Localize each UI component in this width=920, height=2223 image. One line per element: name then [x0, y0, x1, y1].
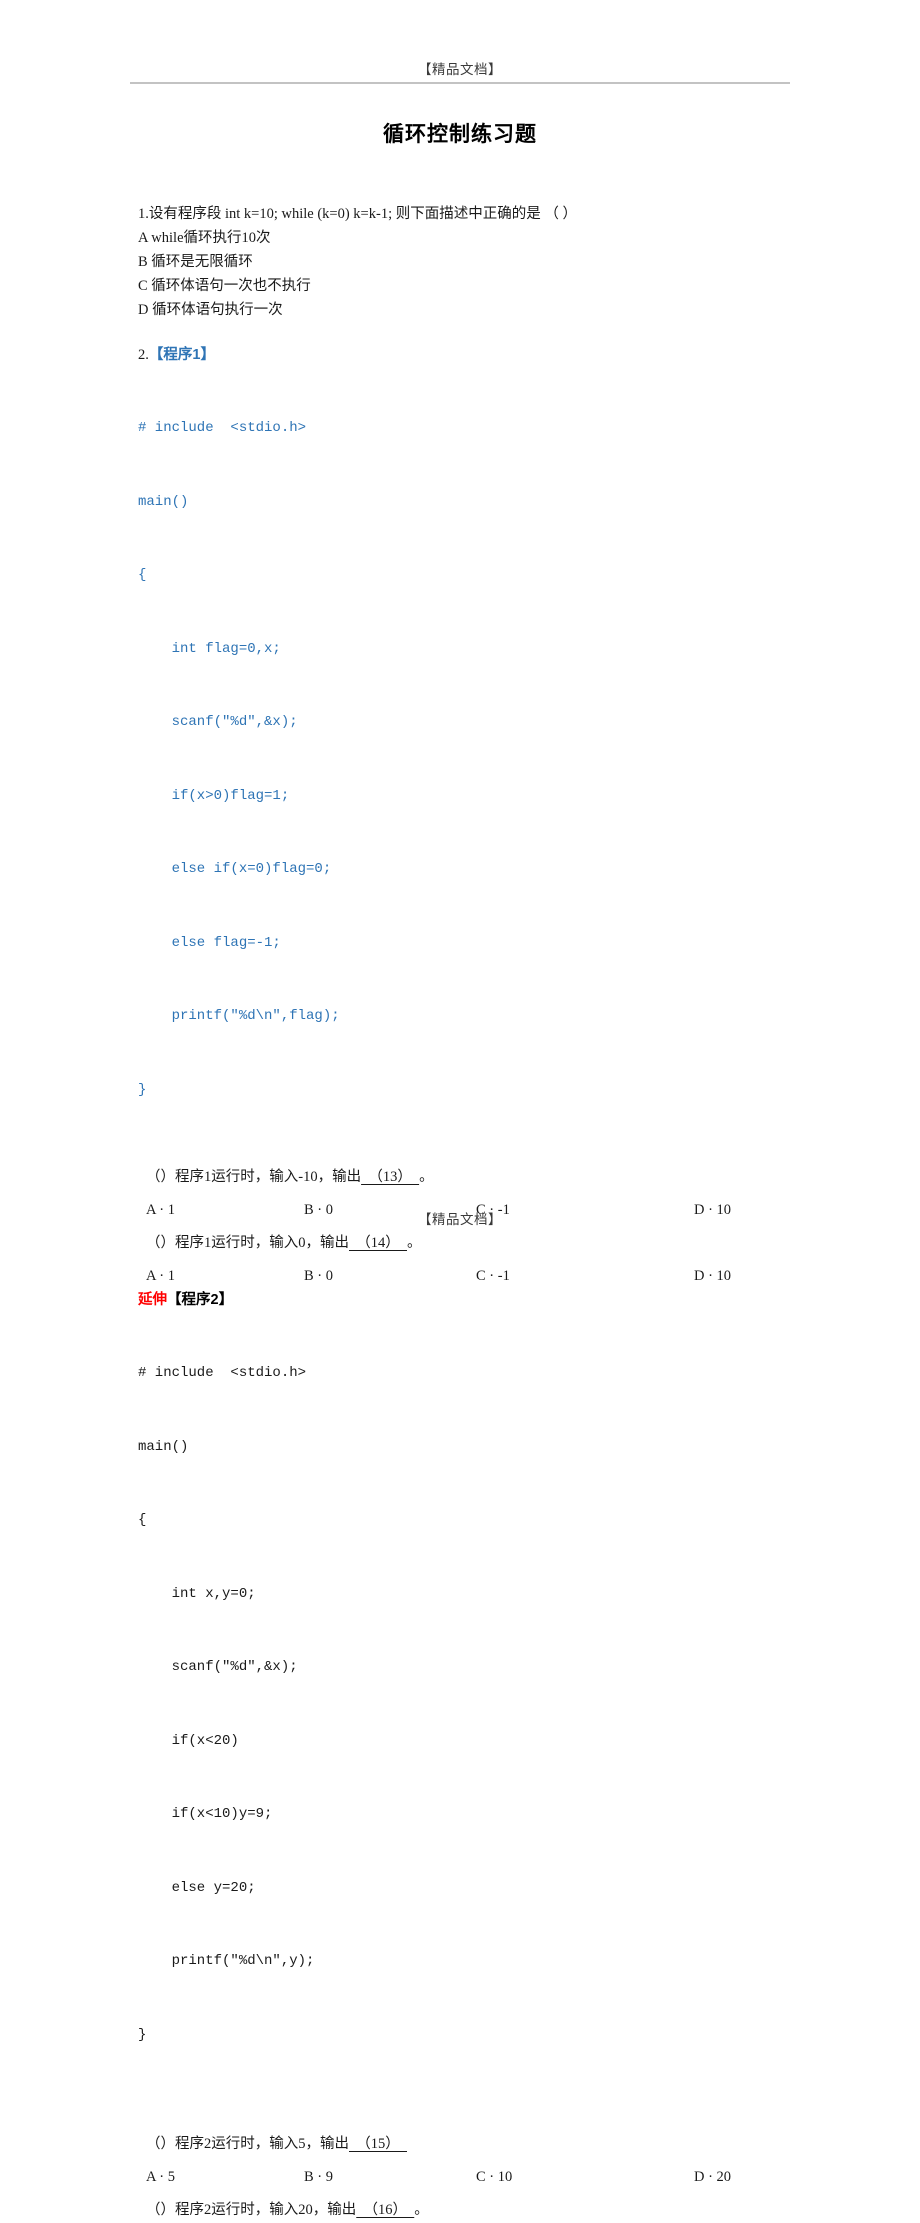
code-line: scanf("%d",&x);: [138, 1659, 298, 1675]
code-line: main(): [138, 493, 189, 510]
code-line: {: [138, 1512, 147, 1528]
question-13-suffix: 。: [419, 1169, 434, 1185]
code-line: else if(x=0)flag=0;: [138, 861, 332, 877]
question-1-stem: 1.设有程序段 int k=10; while (k=0) k=k-1; 则下面…: [138, 206, 577, 222]
program-1-label: 【程序1】: [148, 347, 215, 363]
code-line: # include <stdio.h>: [138, 1365, 307, 1381]
question-13-stem: （）程序1运行时，输入-10，输出 （13） 。: [138, 1165, 838, 1190]
question-14-prefix: （）程序1运行时，输入0，输出: [146, 1235, 349, 1251]
code-line: if(x<20): [138, 1732, 239, 1749]
question-16-prefix: （）程序2运行时，输入20，输出: [146, 2202, 357, 2218]
question-14-choices: A · 1 B · 0 C · -1 D · 10: [138, 1264, 838, 1289]
choice-a: A · 5: [146, 2169, 175, 2185]
choice-c: C · 10: [476, 2169, 513, 2185]
code-line: if(x<10)y=9;: [138, 1806, 273, 1822]
header-watermark: 【精品文档】: [418, 62, 502, 77]
question-16-suffix: 。: [414, 2202, 429, 2218]
choice-b: B · 9: [304, 2169, 333, 2185]
code-line: else flag=-1;: [138, 934, 281, 951]
document-page: 【精品文档】 循环控制练习题 1.设有程序段 int k=10; while (…: [0, 0, 920, 2218]
question-1-option-b: B 循环是无限循环: [138, 254, 253, 270]
choice-b: B · 0: [304, 1268, 333, 1284]
program-1-code: # include <stdio.h> main() { int flag=0,…: [138, 367, 838, 1151]
question-1-option-a: A while循环执行10次: [138, 230, 271, 246]
code-line: main(): [138, 1438, 189, 1455]
question-14-suffix: 。: [407, 1235, 422, 1251]
question-16-stem: （）程序2运行时，输入20，输出 （16） 。: [138, 2198, 838, 2223]
code-line: }: [138, 1081, 147, 1098]
choice-a: A · 1: [146, 1268, 175, 1284]
program-2-extend-label: 延伸: [138, 1292, 167, 1308]
question-16-blank: （16）: [356, 2202, 415, 2218]
question-13-prefix: （）程序1运行时，输入-10，输出: [146, 1169, 362, 1185]
code-line: printf("%d\n",flag);: [138, 1008, 340, 1024]
code-line: else y=20;: [138, 1879, 256, 1896]
question-15-blank: （15）: [349, 2136, 407, 2152]
code-line: int flag=0,x;: [138, 640, 281, 657]
footer-watermark: 【精品文档】: [418, 1212, 502, 1227]
question-14-stem: （）程序1运行时，输入0，输出 （14） 。: [138, 1231, 838, 1256]
question-13-blank: （13）: [361, 1169, 420, 1185]
page-title: 循环控制练习题: [383, 123, 537, 146]
program-1-number: 2.: [138, 347, 149, 363]
header-divider: [130, 82, 790, 84]
code-line: {: [138, 567, 147, 583]
question-1-option-c: C 循环体语句一次也不执行: [138, 278, 311, 294]
program-2-label: 【程序2】: [167, 1292, 234, 1308]
code-line: if(x>0)flag=1;: [138, 787, 290, 804]
question-1-option-d: D 循环体语句执行一次: [138, 302, 283, 318]
code-line: # include <stdio.h>: [138, 420, 307, 436]
code-line: }: [138, 2026, 147, 2043]
question-14-blank: （14）: [349, 1235, 407, 1251]
choice-c: C · -1: [476, 1268, 510, 1284]
question-15-stem: （）程序2运行时，输入5，输出 （15）: [138, 2132, 838, 2157]
code-line: scanf("%d",&x);: [138, 714, 298, 730]
program-2-heading: 延伸【程序2】: [138, 1289, 838, 1312]
code-line: printf("%d\n",y);: [138, 1953, 315, 1969]
code-line: int x,y=0;: [138, 1585, 256, 1602]
choice-d: D · 10: [694, 1268, 732, 1284]
program-2-code: # include <stdio.h> main() { int x,y=0; …: [138, 1312, 838, 2096]
program-1-heading: 2.【程序1】: [138, 344, 838, 367]
choice-d: D · 20: [694, 2169, 732, 2185]
question-15-choices: A · 5 B · 9 C · 10 D · 20: [138, 2165, 838, 2190]
question-15-prefix: （）程序2运行时，输入5，输出: [146, 2136, 349, 2152]
